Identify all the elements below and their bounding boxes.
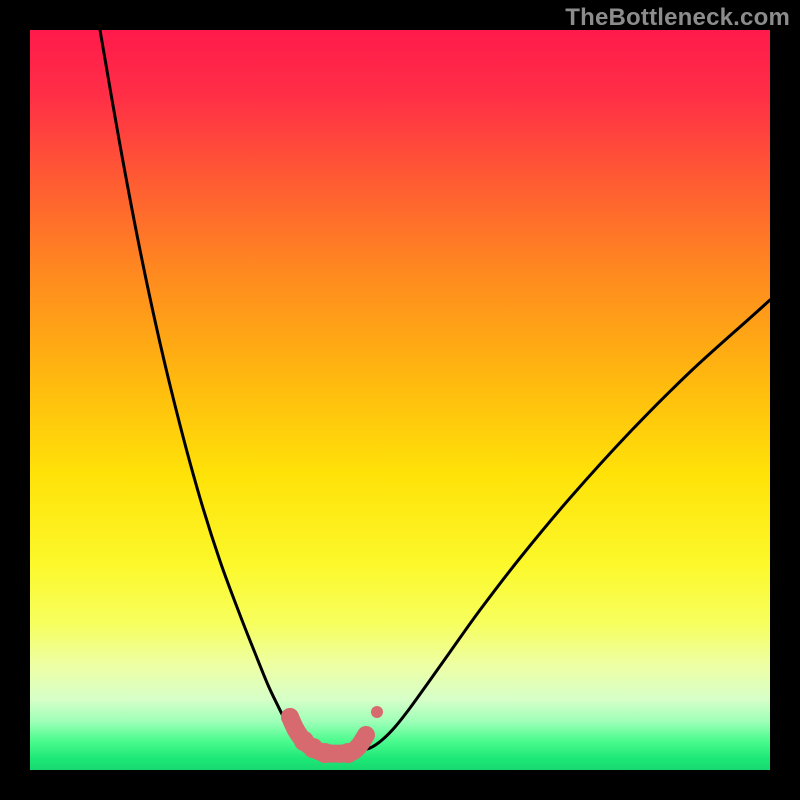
chart-svg xyxy=(30,30,770,770)
marker-dot xyxy=(359,728,373,742)
chart-plot-area xyxy=(30,30,770,770)
marker-dot xyxy=(371,706,383,718)
watermark-text: TheBottleneck.com xyxy=(565,4,790,32)
marker-dot xyxy=(315,743,335,763)
chart-background xyxy=(30,30,770,770)
chart-frame: TheBottleneck.com xyxy=(0,0,800,800)
